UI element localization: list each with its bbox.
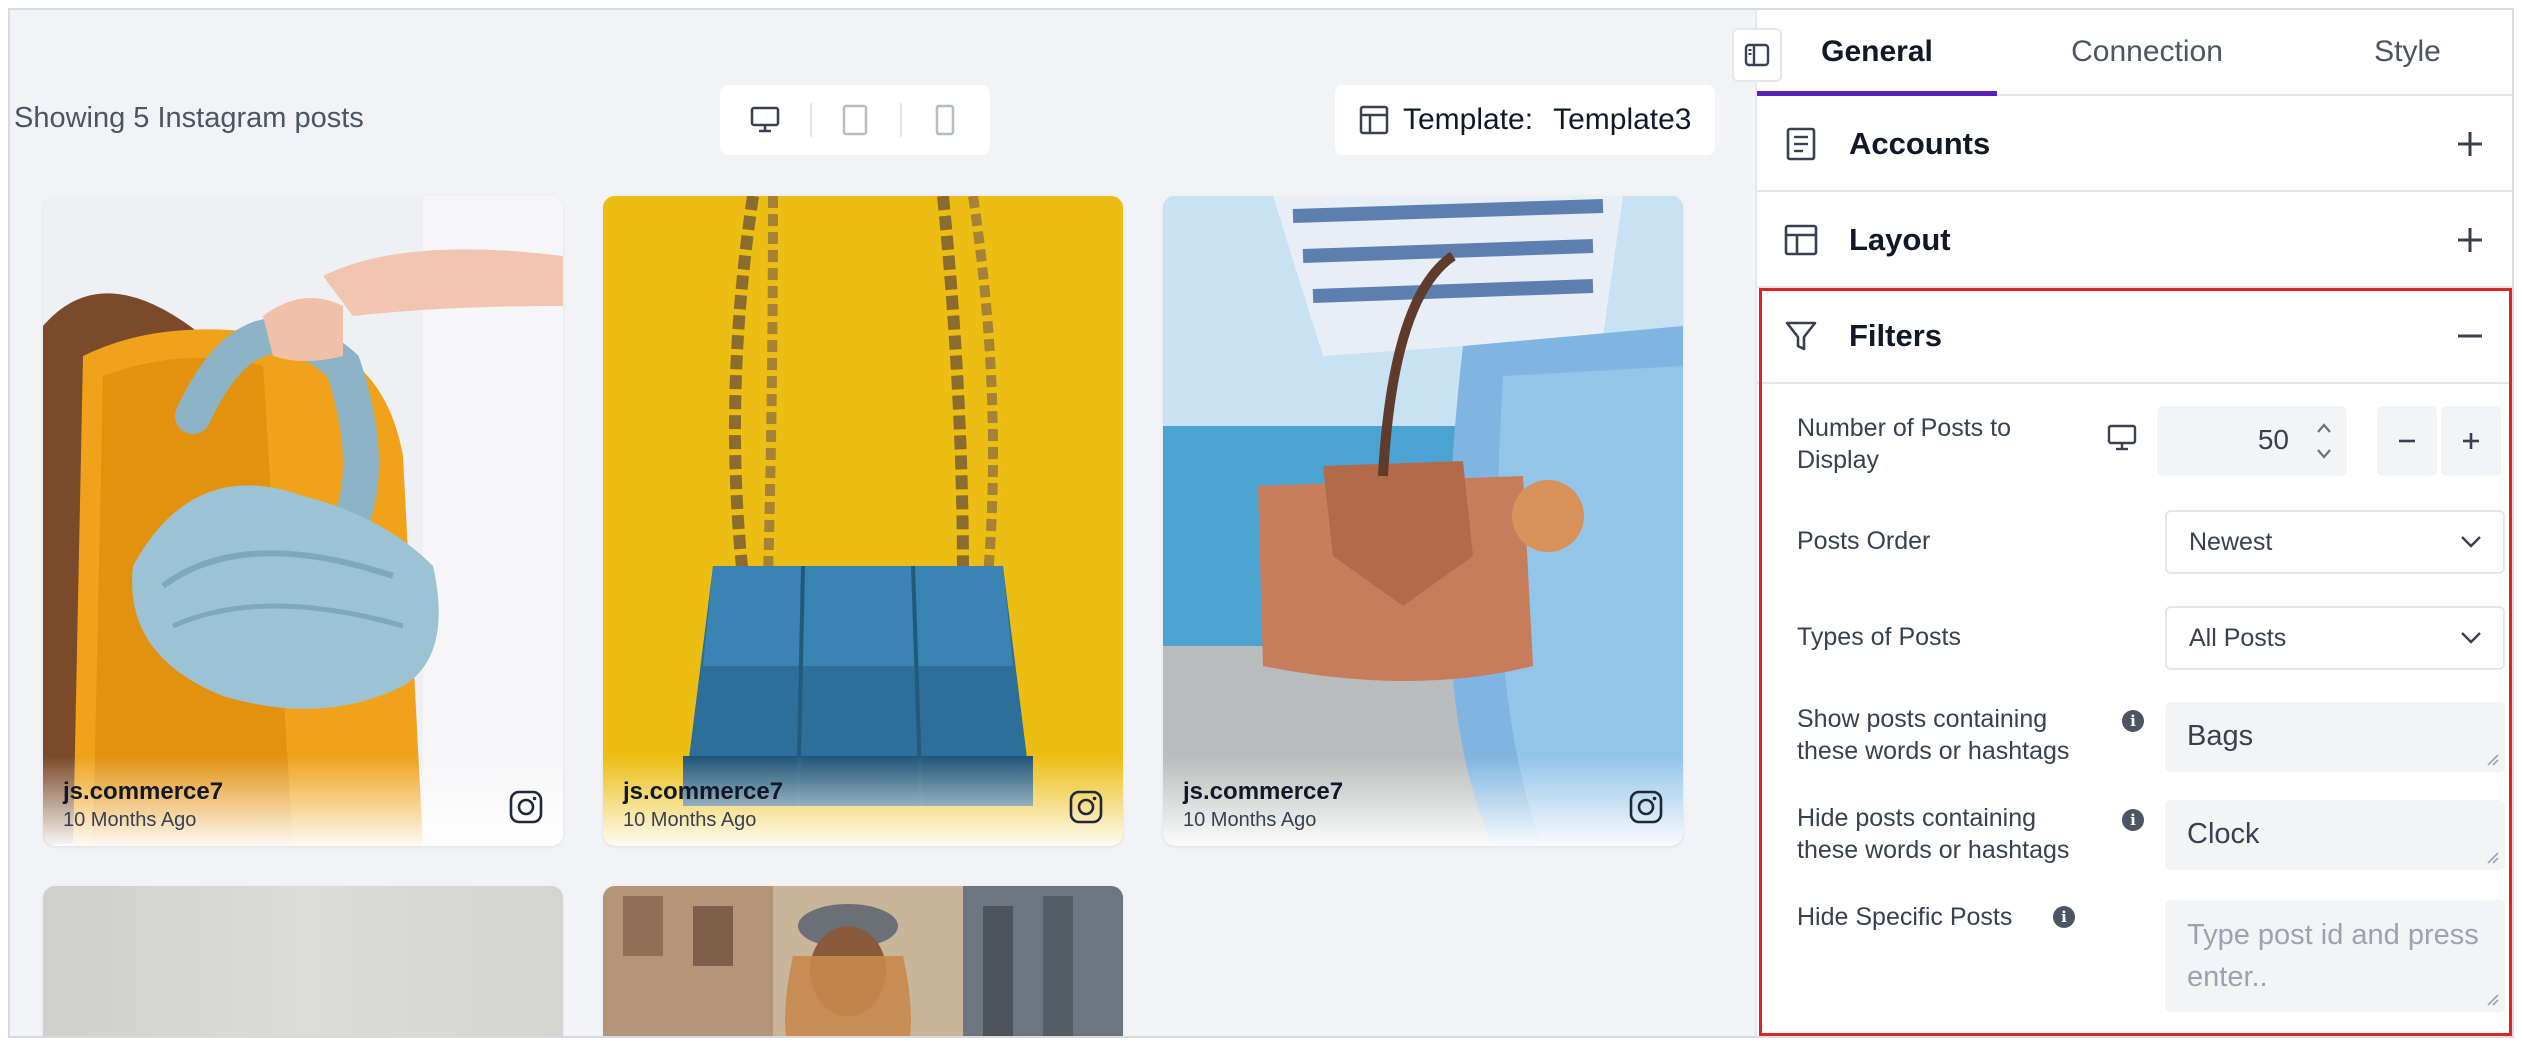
post-username: js.commerce7: [1183, 778, 1344, 805]
increment-button[interactable]: [2441, 406, 2501, 476]
hide-specific-placeholder: Type post id and press enter..: [2187, 919, 2479, 993]
post-image: [43, 196, 563, 846]
device-toggle: [720, 85, 990, 155]
num-posts-input[interactable]: 50: [2157, 406, 2347, 476]
chevron-down-icon: [2461, 632, 2481, 644]
post-card[interactable]: js.commerce7 10 Months Ago: [1163, 196, 1683, 846]
sidebar-panel-icon: [1744, 43, 1770, 67]
tablet-view-button[interactable]: [810, 85, 900, 155]
post-time: 10 Months Ago: [63, 809, 197, 831]
post-types-label: Types of Posts: [1797, 623, 1961, 651]
accounts-title: Accounts: [1849, 126, 1991, 161]
collapse-sidebar-button[interactable]: [1732, 28, 1782, 82]
hide-words-input[interactable]: Clock: [2165, 800, 2505, 870]
preview-area: Showing 5 Instagram posts Template: Temp…: [10, 10, 1755, 1036]
accounts-icon: [1786, 127, 1816, 161]
post-card[interactable]: [603, 886, 1123, 1036]
expand-plus-icon[interactable]: [2450, 124, 2490, 164]
post-time: 10 Months Ago: [1183, 809, 1317, 831]
settings-tabs: General Connection Style: [1757, 10, 2512, 96]
instagram-icon[interactable]: [1629, 790, 1663, 824]
hide-words-label: Hide posts containing these words or has…: [1797, 804, 2070, 864]
decrement-button[interactable]: [2377, 406, 2437, 476]
desktop-icon: [750, 106, 780, 133]
filters-section-header[interactable]: Filters: [1757, 290, 2512, 384]
hide-words-value: Clock: [2187, 818, 2260, 850]
plus-icon: [2463, 433, 2479, 449]
tab-connection[interactable]: Connection: [1997, 10, 2297, 94]
hide-specific-input[interactable]: Type post id and press enter..: [2165, 900, 2505, 1012]
info-icon[interactable]: i: [2122, 809, 2144, 831]
post-image: [603, 886, 1123, 1036]
posts-order-label: Posts Order: [1797, 527, 1931, 555]
posts-order-select[interactable]: Newest: [2165, 510, 2505, 574]
filters-title: Filters: [1849, 318, 1943, 353]
layout-icon: [1784, 224, 1818, 256]
tab-style[interactable]: Style: [2297, 10, 2512, 94]
mobile-view-button[interactable]: [900, 85, 990, 155]
template-icon: [1359, 105, 1389, 135]
filter-icon: [1785, 321, 1817, 351]
layout-section-header[interactable]: Layout: [1757, 194, 2512, 288]
show-words-label: Show posts containing these words or has…: [1797, 705, 2070, 765]
desktop-view-button[interactable]: [720, 85, 810, 155]
post-types-value: All Posts: [2189, 623, 2287, 652]
hide-specific-label: Hide Specific Posts: [1797, 903, 2013, 931]
expand-plus-icon[interactable]: [2450, 220, 2490, 260]
layout-title: Layout: [1849, 222, 1951, 257]
resize-handle-icon[interactable]: [2485, 752, 2499, 766]
chevron-down-icon: [2461, 536, 2481, 548]
show-words-input[interactable]: Bags: [2165, 702, 2505, 772]
instagram-icon[interactable]: [1069, 790, 1103, 824]
posts-count-text: Showing 5 Instagram posts: [14, 102, 364, 134]
post-types-select[interactable]: All Posts: [2165, 606, 2505, 670]
desktop-icon[interactable]: [2107, 424, 2137, 452]
instagram-icon[interactable]: [509, 790, 543, 824]
post-image: [1163, 196, 1683, 846]
template-label: Template:: [1403, 103, 1534, 136]
minus-icon: [2399, 439, 2415, 443]
posts-order-value: Newest: [2189, 527, 2273, 556]
template-value: Template3: [1553, 103, 1692, 136]
post-image: [603, 196, 1123, 846]
num-posts-value: 50: [2257, 424, 2289, 455]
post-card[interactable]: js.commerce7 10 Months Ago: [43, 196, 563, 846]
tab-general[interactable]: General: [1757, 10, 1997, 96]
post-card[interactable]: js.commerce7 10 Months Ago: [603, 196, 1123, 846]
mobile-icon: [935, 104, 955, 136]
resize-handle-icon[interactable]: [2485, 992, 2499, 1006]
num-posts-label: Number of Posts to Display: [1797, 414, 2011, 474]
post-image: [43, 886, 563, 1036]
post-username: js.commerce7: [63, 778, 224, 805]
post-time: 10 Months Ago: [623, 809, 757, 831]
collapse-minus-icon[interactable]: [2450, 316, 2490, 356]
template-selector[interactable]: Template: Template3: [1335, 85, 1715, 155]
info-icon[interactable]: i: [2053, 906, 2075, 928]
show-words-value: Bags: [2187, 720, 2254, 752]
settings-panel: General Connection Style Accounts Layout…: [1755, 10, 2512, 1036]
tablet-icon: [842, 104, 868, 136]
resize-handle-icon[interactable]: [2485, 850, 2499, 864]
post-card[interactable]: [43, 886, 563, 1036]
post-username: js.commerce7: [623, 778, 784, 805]
accounts-section-header[interactable]: Accounts: [1757, 98, 2512, 192]
info-icon[interactable]: i: [2122, 710, 2144, 732]
number-spinner-icon[interactable]: [2315, 418, 2333, 464]
